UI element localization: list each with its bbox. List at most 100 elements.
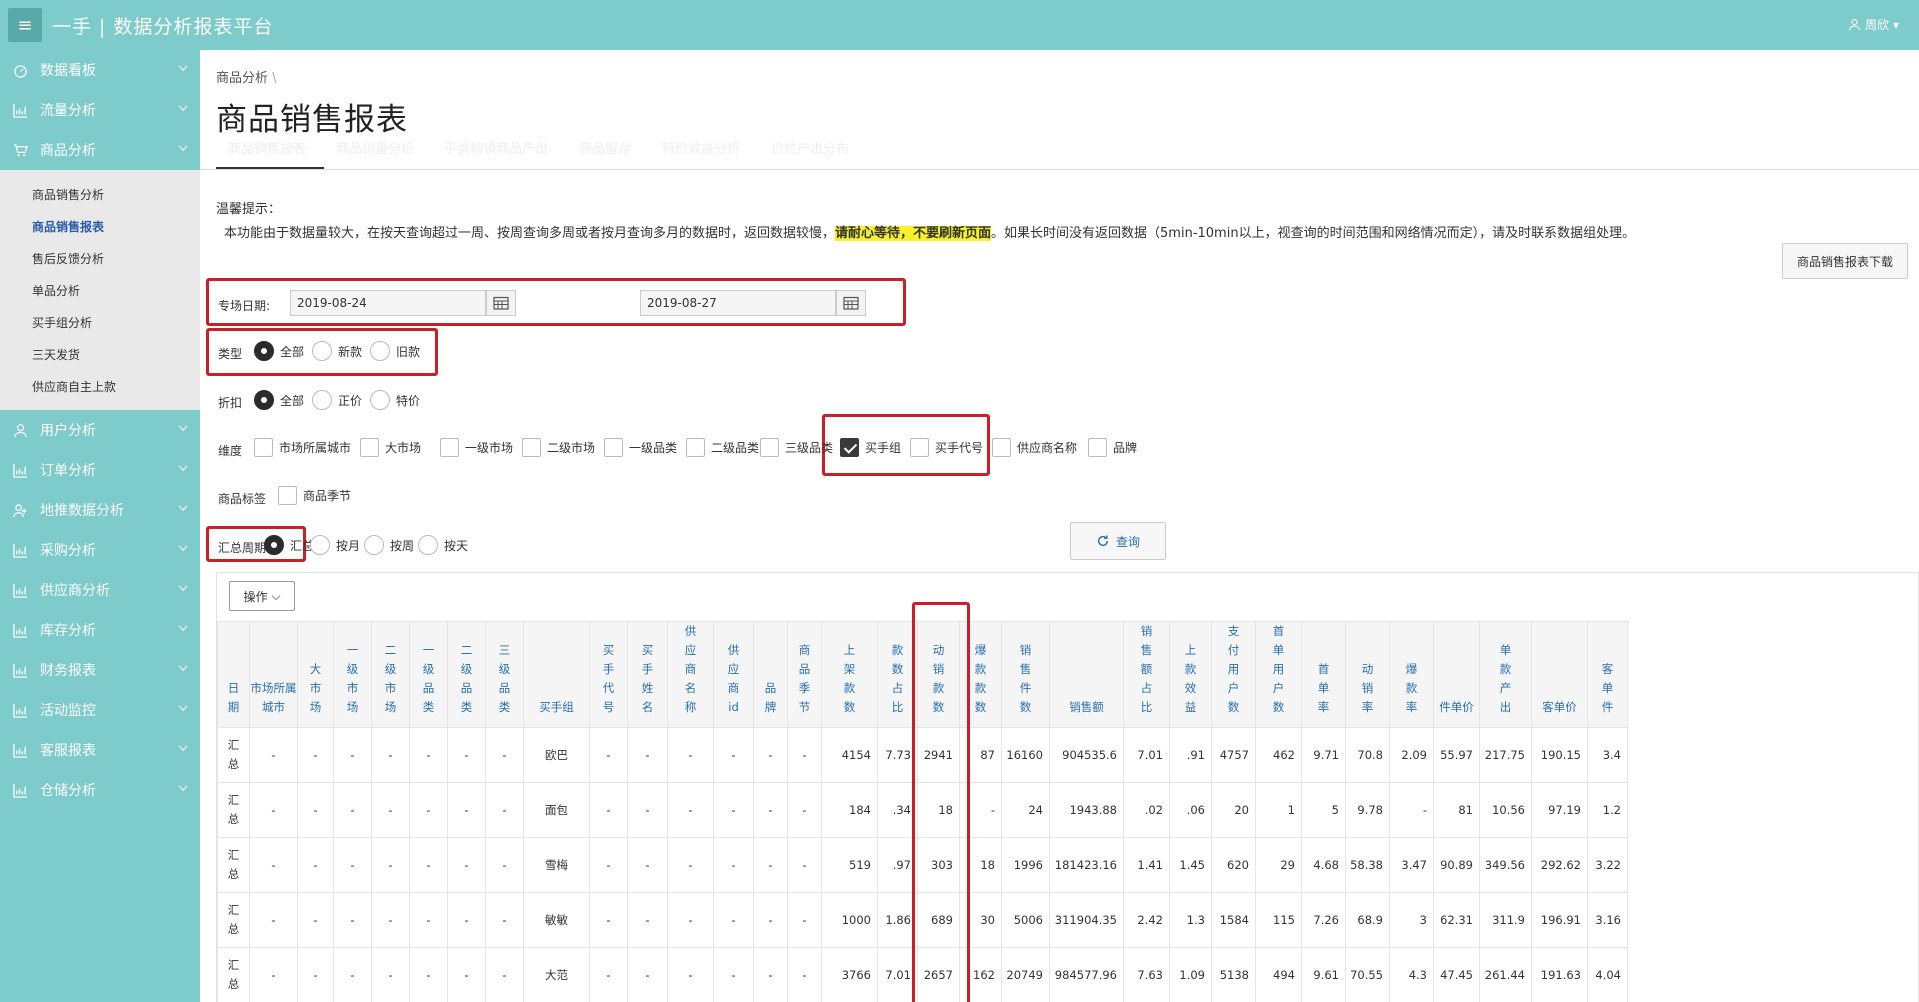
sidebar-item-3[interactable]: 用户分析 xyxy=(0,410,200,450)
sidebar-item-8[interactable]: 库存分析 xyxy=(0,610,200,650)
sidebar-subitem-2[interactable]: 售后反馈分析 xyxy=(0,242,200,274)
dimension-supplier-name[interactable]: 供应商名称 xyxy=(992,438,1077,457)
discount-option-all[interactable]: 全部 xyxy=(254,390,304,410)
dimension-level1-category[interactable]: 一级品类 xyxy=(604,438,677,457)
query-button[interactable]: 查询 xyxy=(1070,522,1166,560)
tab-discount-benefit[interactable]: 特价效益分析 xyxy=(662,138,740,157)
sidebar-subitem-4[interactable]: 买手组分析 xyxy=(0,306,200,338)
column-header[interactable]: 件单价 xyxy=(1433,621,1480,728)
table-cell: - xyxy=(371,947,410,1002)
column-header[interactable]: 一级品类 xyxy=(409,621,448,728)
table-cell: - xyxy=(667,947,714,1002)
dimension-big-market[interactable]: 大市场 xyxy=(360,438,421,457)
dimension-level2-category[interactable]: 二级品类 xyxy=(686,438,759,457)
dimension-buyer-group[interactable]: 买手组 xyxy=(840,438,901,457)
column-header[interactable]: 客单价 xyxy=(1531,621,1588,728)
column-header[interactable]: 支付用户数 xyxy=(1211,621,1256,728)
column-header[interactable]: 商品季节 xyxy=(787,621,822,728)
discount-option-regular[interactable]: 正价 xyxy=(312,390,362,410)
table-cell: 196.91 xyxy=(1531,892,1588,948)
calendar-icon[interactable] xyxy=(486,290,516,316)
column-header[interactable]: 买手组 xyxy=(523,621,590,728)
column-header[interactable]: 上架款数 xyxy=(821,621,878,728)
type-option-all[interactable]: 全部 xyxy=(254,341,304,361)
calendar-icon[interactable] xyxy=(836,290,866,316)
tab-sales-report[interactable]: 商品销售报表 xyxy=(228,138,306,157)
column-header[interactable]: 买手姓名 xyxy=(627,621,668,728)
notice-title: 温馨提示： xyxy=(216,202,282,217)
dimension-brand[interactable]: 品牌 xyxy=(1088,438,1137,457)
column-header[interactable]: 动销率 xyxy=(1345,621,1390,728)
table-cell: 261.44 xyxy=(1479,947,1532,1002)
type-option-old[interactable]: 旧款 xyxy=(370,341,420,361)
sidebar-subitem-5[interactable]: 三天发货 xyxy=(0,338,200,370)
sidebar-item-5[interactable]: 地推数据分析 xyxy=(0,490,200,530)
column-header[interactable]: 二级市场 xyxy=(371,621,410,728)
date-start-input[interactable]: 2019-08-24 xyxy=(290,290,486,316)
type-option-new[interactable]: 新款 xyxy=(312,341,362,361)
sidebar-item-0[interactable]: 数据看板 xyxy=(0,50,200,90)
column-header[interactable]: 供应商名称 xyxy=(667,621,714,728)
sidebar-item-1[interactable]: 流量分析 xyxy=(0,90,200,130)
sidebar-item-11[interactable]: 客服报表 xyxy=(0,730,200,770)
column-header[interactable]: 供应商id xyxy=(713,621,754,728)
period-option-week[interactable]: 按周 xyxy=(364,535,414,555)
discount-option-special[interactable]: 特价 xyxy=(370,390,420,410)
column-header[interactable]: 单款产出 xyxy=(1479,621,1532,728)
column-header[interactable]: 销售额占比 xyxy=(1123,621,1170,728)
user-menu[interactable]: 周欣 ▾ xyxy=(1848,16,1899,33)
column-header[interactable]: 一级市场 xyxy=(333,621,372,728)
sidebar-item-6[interactable]: 采购分析 xyxy=(0,530,200,570)
tab-bestseller-output[interactable]: 平滑畅销商品产出 xyxy=(444,138,548,157)
column-header[interactable]: 销售额 xyxy=(1049,621,1124,728)
breadcrumb[interactable]: 商品分析 \ xyxy=(216,67,277,86)
column-header[interactable]: 三级品类 xyxy=(485,621,524,728)
sidebar-item-10[interactable]: 活动监控 xyxy=(0,690,200,730)
dimension-level2-market[interactable]: 二级市场 xyxy=(522,438,595,457)
column-header[interactable]: 买手代号 xyxy=(589,621,628,728)
date-end-input[interactable]: 2019-08-27 xyxy=(640,290,836,316)
column-header[interactable]: 市场所属城市 xyxy=(249,621,298,728)
dimension-level3-category[interactable]: 三级品类 xyxy=(760,438,833,457)
column-header[interactable]: 二级品类 xyxy=(447,621,486,728)
dimension-buyer-code[interactable]: 买手代号 xyxy=(910,438,983,457)
sidebar-item-9[interactable]: 财务报表 xyxy=(0,650,200,690)
column-header[interactable]: 客单件 xyxy=(1587,621,1628,728)
period-option-summary[interactable]: 汇总 xyxy=(264,535,314,555)
tab-price-distribution[interactable]: 价位产出分布 xyxy=(771,138,849,157)
dimension-level1-market[interactable]: 一级市场 xyxy=(440,438,513,457)
sidebar-subitem-3[interactable]: 单品分析 xyxy=(0,274,200,306)
table-cell: 汇总 xyxy=(217,947,250,1002)
tab-sales-volume[interactable]: 商品销量分析 xyxy=(336,138,414,157)
table-cell: 984577.96 xyxy=(1049,947,1124,1002)
column-header[interactable]: 爆款率 xyxy=(1389,621,1434,728)
sidebar-subitem-0[interactable]: 商品销售分析 xyxy=(0,178,200,210)
table-cell: 1.3 xyxy=(1169,892,1212,948)
column-header[interactable]: 日期 xyxy=(217,621,250,728)
tab-retention[interactable]: 商品留存 xyxy=(579,138,631,157)
table-cell: - xyxy=(485,727,524,783)
sidebar-subitem-6[interactable]: 供应商自主上款 xyxy=(0,370,200,402)
sidebar-item-2[interactable]: 商品分析 xyxy=(0,130,200,170)
column-header[interactable]: 首单率 xyxy=(1301,621,1346,728)
operations-dropdown[interactable]: 操作 ⌵ xyxy=(229,581,295,611)
column-header[interactable]: 大市场 xyxy=(297,621,334,728)
sidebar-item-label: 流量分析 xyxy=(40,103,96,119)
column-header[interactable]: 品牌 xyxy=(753,621,788,728)
table-cell: - xyxy=(297,947,334,1002)
column-header[interactable]: 上款效益 xyxy=(1169,621,1212,728)
sidebar-item-12[interactable]: 仓储分析 xyxy=(0,770,200,810)
sidebar-item-7[interactable]: 供应商分析 xyxy=(0,570,200,610)
download-report-button[interactable]: 商品销售报表下载 xyxy=(1782,243,1908,279)
period-option-day[interactable]: 按天 xyxy=(418,535,468,555)
sidebar-subitem-1[interactable]: 商品销售报表 xyxy=(0,210,200,242)
chevron-down-icon xyxy=(178,745,188,751)
sidebar-item-4[interactable]: 订单分析 xyxy=(0,450,200,490)
period-option-month[interactable]: 按月 xyxy=(310,535,360,555)
column-header[interactable]: 销售件数 xyxy=(1001,621,1050,728)
dimension-market-city[interactable]: 市场所属城市 xyxy=(254,438,351,457)
hamburger-menu-icon[interactable]: ≡ xyxy=(8,8,42,42)
tag-season[interactable]: 商品季节 xyxy=(278,486,351,505)
column-header[interactable]: 首单用户数 xyxy=(1255,621,1302,728)
table-cell: - xyxy=(447,837,486,893)
